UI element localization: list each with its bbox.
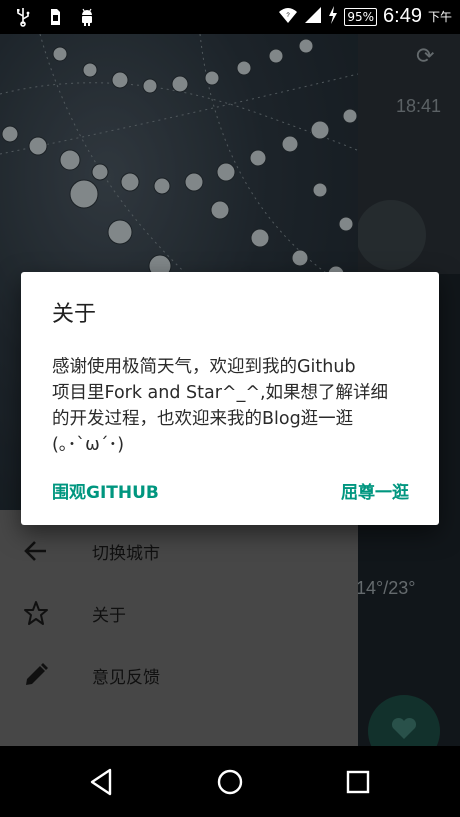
usb-icon bbox=[14, 7, 32, 27]
dialog-title: 关于 bbox=[52, 302, 97, 327]
view-github-button[interactable]: 围观GITHUB bbox=[52, 478, 159, 503]
android-icon bbox=[78, 7, 96, 27]
clock: 6:49 bbox=[383, 5, 422, 27]
battery-level: 95% bbox=[344, 7, 378, 26]
system-nav-bar bbox=[0, 746, 460, 817]
back-nav-icon[interactable] bbox=[84, 764, 120, 800]
wifi-icon: ? bbox=[278, 6, 298, 28]
dialog-message: 感谢使用极简天气，欢迎到我的Github 项目里Fork and Star^_^… bbox=[52, 357, 389, 455]
visit-blog-button[interactable]: 屈尊一逛 bbox=[341, 478, 409, 503]
signal-icon bbox=[304, 6, 322, 28]
charging-icon bbox=[328, 5, 338, 28]
recents-nav-icon[interactable] bbox=[340, 764, 376, 800]
home-nav-icon[interactable] bbox=[212, 764, 248, 800]
clock-ampm: 下午 bbox=[427, 10, 452, 24]
sim-icon bbox=[46, 7, 64, 27]
about-dialog: 关于 感谢使用极简天气，欢迎到我的Github 项目里Fork and Star… bbox=[21, 272, 439, 525]
status-bar: ? 95% 6:49 下午 bbox=[0, 0, 460, 34]
